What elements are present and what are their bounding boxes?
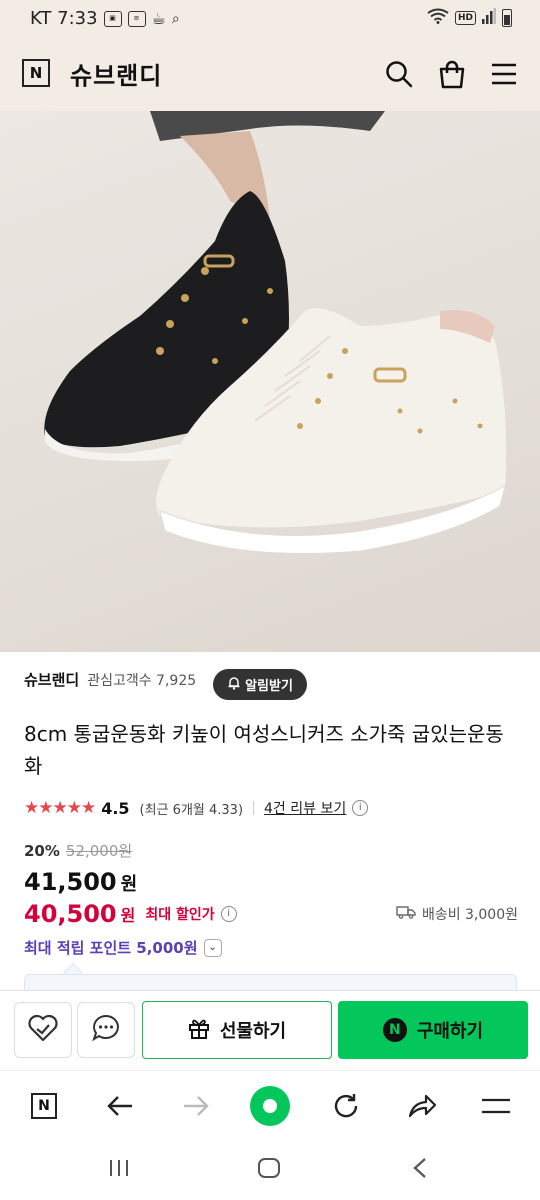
rating-row: ★★★★★ 4.5 (최근 6개월 4.33) 4건 리뷰 보기 i <box>24 798 369 818</box>
won-unit: 원 <box>120 874 138 895</box>
points-text: 최대 적립 포인트 5,000원 <box>24 939 198 957</box>
max-discount-price: 40,500 <box>24 900 117 928</box>
refresh-icon[interactable] <box>326 1086 366 1126</box>
shipping-text: 배송비 3,000원 <box>421 907 518 923</box>
max-discount-info-icon[interactable]: i <box>220 906 237 922</box>
recent-apps-icon[interactable] <box>108 1158 130 1182</box>
gift-icon <box>188 1017 210 1044</box>
shopping-bag-icon[interactable] <box>438 59 466 93</box>
home-icon[interactable] <box>257 1157 281 1183</box>
sale-price: 41,500 <box>24 868 117 896</box>
star-rating-icon: ★★★★★ <box>24 798 96 818</box>
gift-label: 선물하기 <box>219 1021 287 1042</box>
carrier-time: KT 7:33 <box>30 8 98 29</box>
chat-bubble-icon <box>91 1013 121 1047</box>
max-discount-won: 원 <box>120 906 136 925</box>
rating-score: 4.5 <box>101 798 130 818</box>
naver-home-button[interactable]: N <box>24 1086 64 1126</box>
discount-row: 20% 52,000원 <box>24 840 132 861</box>
truck-icon <box>396 905 416 923</box>
original-price: 52,000원 <box>65 842 133 860</box>
naver-pay-icon: N <box>382 1018 407 1042</box>
points-row[interactable]: 최대 적립 포인트 5,000원 ⌄ <box>24 937 222 958</box>
heart-check-icon <box>27 1013 59 1047</box>
max-discount-row: 40,500 원 최대 할인가 i <box>24 900 237 928</box>
gift-button[interactable]: 선물하기 <box>142 1001 332 1059</box>
store-info: 슈브랜디 관심고객수 7,925 <box>24 669 196 690</box>
buy-label: 구매하기 <box>416 1021 484 1042</box>
green-dot-icon <box>250 1086 290 1126</box>
naver-logo-button[interactable]: N <box>22 59 50 87</box>
buy-button[interactable]: N 구매하기 <box>338 1001 528 1059</box>
alarm-button[interactable]: 알림받기 <box>213 669 307 700</box>
naver-logo-icon: N <box>31 1093 57 1119</box>
store-name[interactable]: 슈브랜디 <box>24 669 79 690</box>
sale-price-row: 41,500 원 <box>24 868 137 896</box>
photo-icon: ▣ <box>103 10 122 27</box>
search-icon[interactable] <box>385 60 413 92</box>
talk-button[interactable] <box>77 1002 135 1058</box>
bell-plus-icon <box>227 676 241 694</box>
product-image[interactable] <box>0 111 540 652</box>
cup-icon: ☕ <box>151 9 166 28</box>
reviews-link[interactable]: 4건 리뷰 보기 <box>264 798 346 818</box>
recent-rating: (최근 6개월 4.33) <box>139 802 244 818</box>
status-bar: KT 7:33 ▣ ≡ ☕ ⌕ HD <box>0 0 540 38</box>
green-dot-button[interactable] <box>250 1086 290 1126</box>
menu-icon[interactable] <box>491 63 517 89</box>
divider <box>253 801 255 815</box>
wifi-icon <box>427 8 449 28</box>
fan-count: 관심고객수 7,925 <box>87 672 197 689</box>
store-header: N 슈브랜디 <box>0 38 540 111</box>
status-left: KT 7:33 ▣ ≡ ☕ ⌕ <box>30 8 180 29</box>
wishlist-button[interactable] <box>14 1002 72 1058</box>
status-right: HD <box>427 8 512 28</box>
max-discount-label: 최대 할인가 <box>145 907 215 923</box>
product-title: 8cm 통굽운동화 키높이 여성스니커즈 소가죽 굽있는운동화 <box>24 722 504 778</box>
system-back-icon[interactable] <box>410 1157 430 1183</box>
back-arrow-icon[interactable] <box>100 1086 140 1126</box>
brand-title[interactable]: 슈브랜디 <box>70 56 162 91</box>
browser-menu-icon[interactable] <box>476 1086 516 1126</box>
forward-arrow-icon[interactable] <box>176 1086 216 1126</box>
chevron-down-icon[interactable]: ⌄ <box>203 938 222 957</box>
discount-rate: 20% <box>24 841 60 860</box>
share-icon[interactable] <box>402 1086 442 1126</box>
signal-icon <box>482 8 496 28</box>
news-icon: ≡ <box>127 10 146 27</box>
hd-badge: HD <box>454 11 476 25</box>
chart-search-icon: ⌕ <box>171 10 180 27</box>
alarm-label: 알림받기 <box>245 679 293 694</box>
battery-icon <box>502 9 512 27</box>
info-icon[interactable]: i <box>352 800 369 816</box>
shipping-fee: 배송비 3,000원 <box>396 904 518 924</box>
